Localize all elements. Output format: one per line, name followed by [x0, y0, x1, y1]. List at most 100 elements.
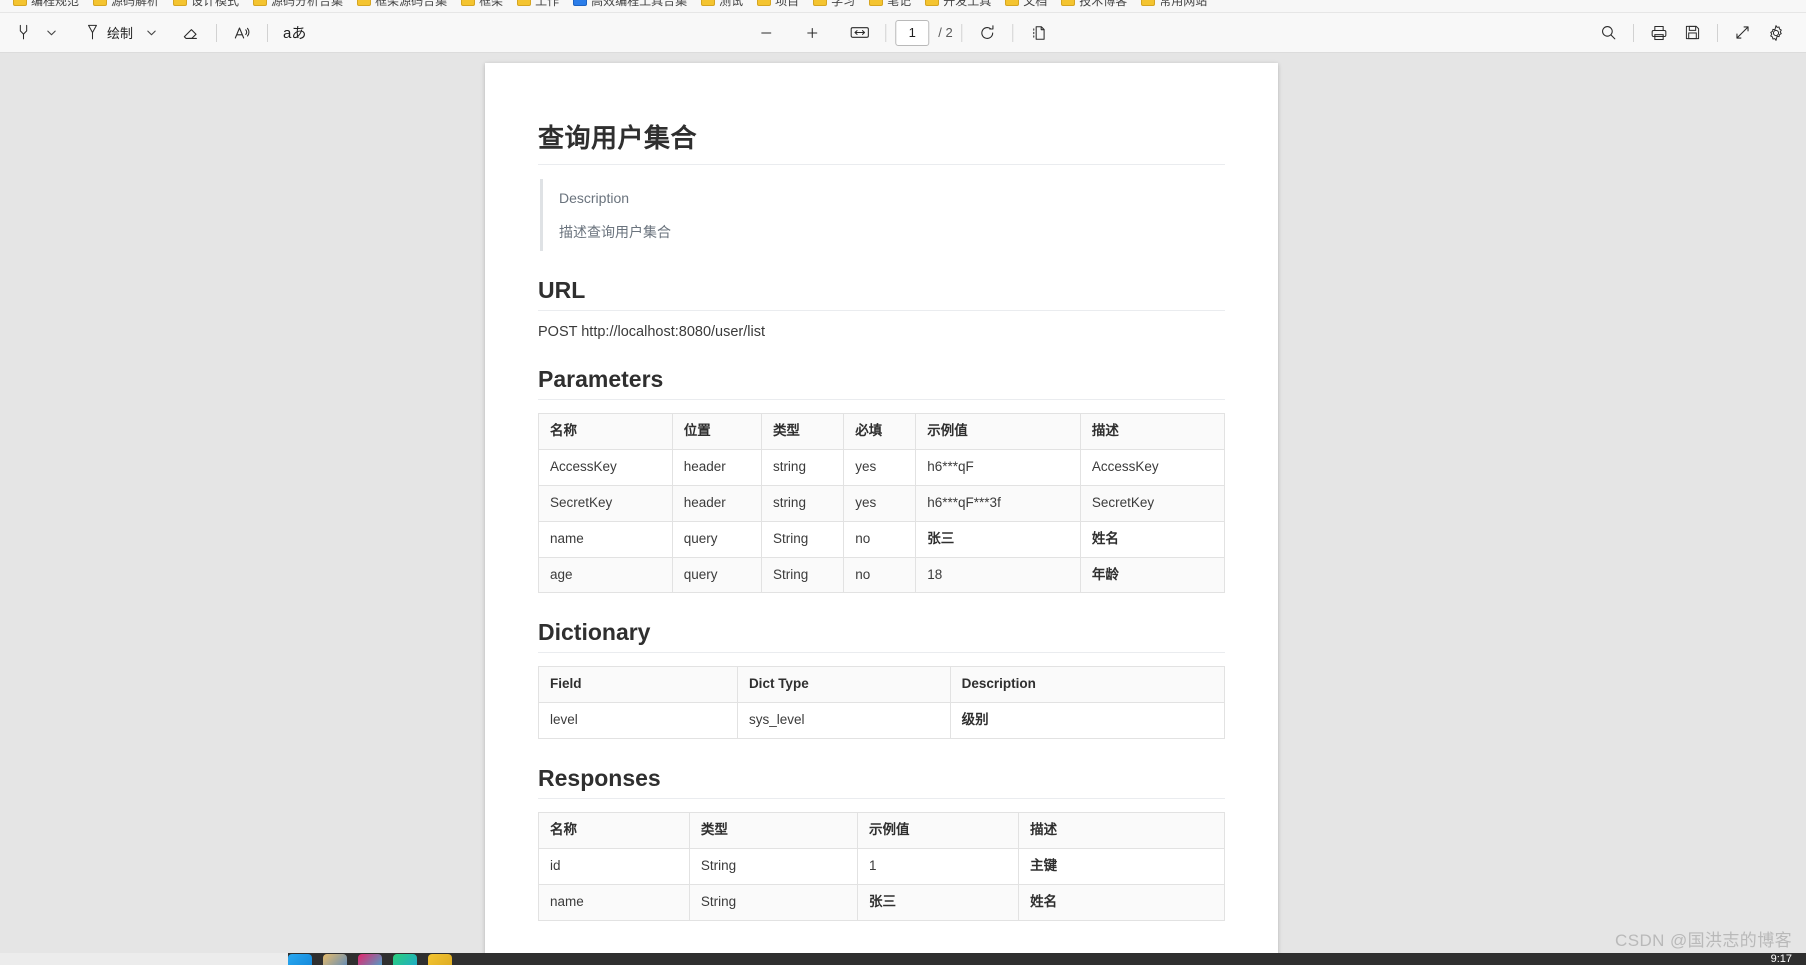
taskbar-left-strip: [0, 953, 288, 965]
pdf-page-1: 查询用户集合 Description 描述查询用户集合 URL POST htt…: [485, 63, 1278, 953]
bookmark-item[interactable]: 文档: [998, 0, 1054, 12]
gear-icon: [1770, 24, 1782, 41]
bookmark-item[interactable]: 框架: [454, 0, 510, 12]
bookmark-item[interactable]: 源码分析合集: [246, 0, 350, 12]
folder-icon: [13, 0, 27, 6]
description-text: 描述查询用户集合: [559, 224, 671, 240]
bookmark-item[interactable]: 开发工具: [918, 0, 998, 12]
draw-button[interactable]: 绘制: [77, 18, 139, 48]
search-button[interactable]: [1593, 18, 1624, 48]
table-cell: query: [671, 556, 762, 594]
bookmark-item[interactable]: 源码解析: [86, 0, 166, 12]
print-icon: [1651, 25, 1667, 40]
bookmark-label: 设计模式: [191, 0, 240, 8]
eraser-button[interactable]: [175, 18, 207, 48]
rotate-button[interactable]: [972, 18, 1004, 48]
pdf-viewer[interactable]: 查询用户集合 Description 描述查询用户集合 URL POST htt…: [0, 53, 1806, 953]
print-button[interactable]: [1643, 18, 1675, 48]
bookmark-item[interactable]: 项目: [750, 0, 806, 12]
dictionary-table: Field Dict Type Description level sys_level…: [538, 666, 1226, 740]
pen-icon: [83, 23, 102, 42]
table-cell: 年龄: [1079, 556, 1226, 594]
table-cell: string: [760, 484, 845, 522]
bookmark-item[interactable]: 编程规范: [6, 0, 86, 12]
zoom-out-button[interactable]: [751, 18, 781, 48]
fit-width-icon: [850, 27, 869, 38]
table-cell: no: [843, 520, 917, 558]
read-aloud-button[interactable]: [226, 18, 258, 48]
folder-icon: [253, 0, 268, 6]
bookmark-item[interactable]: 常用网站: [1134, 0, 1214, 12]
bookmark-label: 框架源码合集: [375, 0, 448, 8]
column-header: Description: [949, 666, 1226, 704]
search-icon: [1602, 26, 1616, 40]
table-cell: 级别: [949, 702, 1226, 740]
taskbar-icon-folder[interactable]: [428, 954, 452, 965]
bookmarks-bar[interactable]: 编程规范 源码解析 设计模式 源码分析合集 框架源码合集 框架 工作 高效编程工具合集 测试 项目…: [0, 0, 1806, 13]
zoom-in-button[interactable]: [797, 18, 827, 48]
bookmark-item[interactable]: 设计模式: [166, 0, 246, 12]
page-layout-icon: [1033, 25, 1046, 40]
table-header-row: 名称 位置 类型 必填 示例值 描述: [538, 413, 1226, 450]
highlighter-dropdown-button[interactable]: [41, 18, 61, 48]
table-cell: 1: [856, 848, 1020, 885]
table-row: level sys_level 级别: [538, 702, 1226, 740]
highlighter-button[interactable]: [8, 18, 39, 48]
minus-icon: [761, 31, 772, 34]
taskbar[interactable]: 9:17: [0, 953, 1806, 965]
table-header-row: 名称 类型 示例值 描述: [538, 812, 1225, 849]
table-cell: age: [538, 556, 673, 594]
toolbar-divider: [961, 23, 963, 42]
fit-width-button[interactable]: [843, 18, 876, 48]
fullscreen-button[interactable]: [1727, 18, 1758, 48]
bookmark-label: 编程规范: [31, 0, 80, 8]
bookmark-item[interactable]: 学习: [806, 0, 862, 12]
bookmark-label: 测试: [719, 0, 744, 8]
table-cell: name: [538, 520, 673, 558]
bookmark-label: 框架: [479, 0, 504, 8]
document-title: 查询用户集合: [538, 118, 1225, 165]
bookmark-label: 源码解析: [111, 0, 160, 8]
toolbar-center-group: / 2: [751, 18, 1054, 48]
save-button[interactable]: [1677, 18, 1708, 48]
parameters-heading: Parameters: [538, 366, 1225, 400]
draw-dropdown-button[interactable]: [141, 18, 161, 48]
bookmark-item[interactable]: 笔记: [862, 0, 918, 12]
bookmark-item[interactable]: 测试: [694, 0, 750, 12]
bookmark-item[interactable]: 高效编程工具合集: [566, 0, 694, 12]
table-cell: level: [538, 702, 738, 740]
bookmark-item[interactable]: 框架源码合集: [350, 0, 454, 12]
table-cell: string: [760, 448, 845, 486]
bookmark-label: 项目: [775, 0, 800, 8]
taskbar-icon-app2[interactable]: [323, 954, 347, 965]
page-layout-button[interactable]: [1023, 18, 1055, 48]
table-row: AccessKey header string yes h6***qF AccessKey: [538, 448, 1226, 486]
table-cell: 张三: [856, 883, 1020, 921]
chevron-down-icon: [46, 30, 56, 36]
table-cell: 18: [915, 556, 1081, 594]
description-blockquote: Description 描述查询用户集合: [540, 179, 1225, 251]
taskbar-icon-edge[interactable]: [393, 954, 417, 965]
table-cell: String: [688, 883, 858, 921]
table-cell: String: [760, 556, 845, 594]
taskbar-icon-app3[interactable]: [358, 954, 382, 965]
column-header: 位置: [671, 413, 762, 450]
dictionary-heading: Dictionary: [538, 619, 1225, 654]
settings-button[interactable]: [1760, 18, 1792, 48]
toolbar-right-group: [1593, 18, 1806, 48]
bookmark-item[interactable]: 工作: [510, 0, 566, 12]
column-header: 名称: [538, 812, 690, 849]
bookmark-label: 文档: [1023, 0, 1048, 8]
folder-icon: [757, 0, 772, 6]
bookmark-item[interactable]: 技术博客: [1054, 0, 1134, 12]
column-header: Field: [538, 666, 738, 704]
pdf-toolbar: 绘制 aあ 1 / 2: [0, 13, 1806, 53]
taskbar-icon-explorer[interactable]: [288, 954, 312, 965]
document-body: 查询用户集合 Description 描述查询用户集合 URL POST htt…: [485, 63, 1278, 921]
translate-icon: aあ: [283, 25, 307, 42]
parameters-table: 名称 位置 类型 必填 示例值 描述 AccessKey header string yes h6…: [538, 413, 1226, 594]
page-number-input[interactable]: [895, 19, 930, 46]
bookmark-label: 开发工具: [943, 0, 992, 8]
translate-button[interactable]: aあ: [277, 18, 312, 48]
toolbar-left-group: 绘制 aあ: [0, 18, 312, 48]
